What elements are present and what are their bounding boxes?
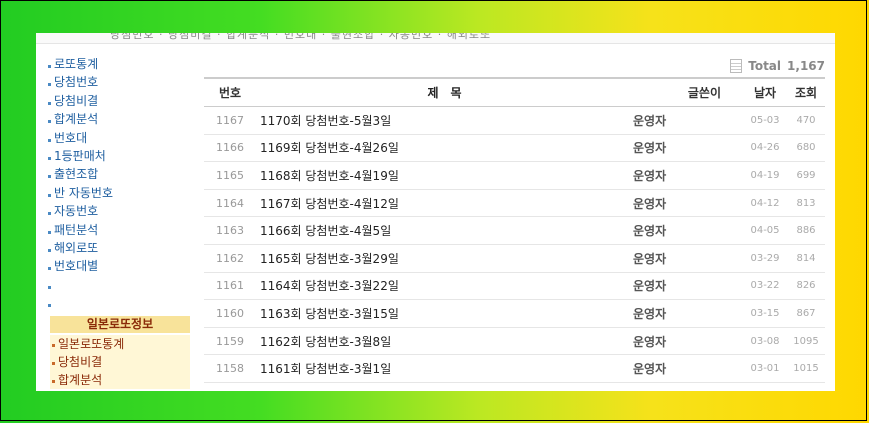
post-author: 운영자	[633, 216, 743, 245]
table-row[interactable]: 1163 1166회 당첨번호-4월5일 운영자 04-05 886	[204, 216, 825, 245]
post-author: 운영자	[633, 272, 743, 301]
col-header-author: 글쓴이	[633, 77, 743, 107]
post-number: 1159	[204, 327, 256, 356]
content-panel: 당첨번호 · 당첨비결 · 합계분석 · 번호대 · 출현조합 · 자동번호 ·…	[36, 33, 835, 391]
total-count: Total 1,167	[204, 55, 825, 77]
document-icon	[730, 58, 743, 73]
sidebar-item[interactable]: 로또통계	[46, 55, 194, 73]
total-number: 1,167	[787, 59, 825, 73]
post-date: 04-12	[743, 189, 787, 218]
post-date: 03-08	[743, 327, 787, 356]
table-row[interactable]: 1162 1165회 당첨번호-3월29일 운영자 03-29 814	[204, 244, 825, 273]
sidebar-item[interactable]: 번호대	[46, 129, 194, 147]
post-number: 1163	[204, 216, 256, 245]
col-header-date: 날자	[743, 77, 787, 107]
post-date: 04-05	[743, 216, 787, 245]
post-author: 운영자	[633, 354, 743, 383]
post-date: 04-19	[743, 161, 787, 190]
sidebar-item[interactable]: 출현조합	[46, 165, 194, 183]
post-views: 470	[787, 106, 825, 135]
table-row[interactable]: 1159 1162회 당첨번호-3월8일 운영자 03-08 1095	[204, 327, 825, 356]
col-header-no: 번호	[204, 77, 256, 107]
post-author: 운영자	[633, 161, 743, 190]
japan-lotto-menu: 일본로또통계 당첨비결 합계분석	[46, 335, 194, 390]
japan-lotto-heading: 일본로또정보	[50, 316, 190, 334]
post-date: 03-15	[743, 299, 787, 328]
table-row[interactable]: 1160 1163회 당첨번호-3월15일 운영자 03-15 867	[204, 299, 825, 328]
sidebar-item[interactable]: 당첨비결	[46, 92, 194, 110]
sidebar-item[interactable]: 자동번호	[46, 202, 194, 220]
col-header-views: 조회	[787, 77, 825, 107]
top-menu-strip: 당첨번호 · 당첨비결 · 합계분석 · 번호대 · 출현조합 · 자동번호 ·…	[36, 33, 835, 44]
post-number: 1160	[204, 299, 256, 328]
col-header-title: 제 목	[256, 77, 633, 107]
post-number: 1158	[204, 354, 256, 383]
japan-menu-item[interactable]: 일본로또통계	[50, 335, 190, 354]
post-number: 1164	[204, 189, 256, 218]
post-number: 1166	[204, 134, 256, 163]
post-views: 1015	[787, 354, 825, 383]
post-number: 1165	[204, 161, 256, 190]
table-row[interactable]: 1166 1169회 당첨번호-4월26일 운영자 04-26 680	[204, 134, 825, 163]
sidebar-item[interactable]	[46, 294, 194, 312]
post-views: 1095	[787, 327, 825, 356]
post-author: 운영자	[633, 106, 743, 135]
post-author: 운영자	[633, 244, 743, 273]
post-title-link[interactable]: 1169회 당첨번호-4월26일	[256, 134, 633, 163]
sidebar-item[interactable]: 반 자동번호	[46, 184, 194, 202]
post-title-link[interactable]: 1168회 당첨번호-4월19일	[256, 161, 633, 190]
post-number: 1162	[204, 244, 256, 273]
sidebar-item[interactable]: 당첨번호	[46, 73, 194, 91]
table-row[interactable]: 1164 1167회 당첨번호-4월12일 운영자 04-12 813	[204, 189, 825, 218]
board: Total 1,167 번호 제 목 글쓴이 날자 조회 1167 1170회 당첨…	[204, 55, 825, 383]
japan-menu-item[interactable]: 당첨비결	[50, 353, 190, 372]
post-date: 05-03	[743, 106, 787, 135]
post-title-link[interactable]: 1162회 당첨번호-3월8일	[256, 327, 633, 356]
post-author: 운영자	[633, 327, 743, 356]
table-row[interactable]: 1158 1161회 당첨번호-3월1일 운영자 03-01 1015	[204, 354, 825, 383]
post-date: 03-22	[743, 272, 787, 301]
post-title-link[interactable]: 1170회 당첨번호-5월3일	[256, 106, 633, 135]
post-number: 1167	[204, 106, 256, 135]
post-title-link[interactable]: 1161회 당첨번호-3월1일	[256, 354, 633, 383]
post-views: 813	[787, 189, 825, 218]
top-menu-text[interactable]: 당첨번호 · 당첨비결 · 합계분석 · 번호대 · 출현조합 · 자동번호 ·…	[110, 33, 491, 42]
post-date: 04-26	[743, 134, 787, 163]
post-views: 680	[787, 134, 825, 163]
sidebar-item[interactable]: 합계분석	[46, 110, 194, 128]
post-number: 1161	[204, 272, 256, 301]
post-author: 운영자	[633, 299, 743, 328]
post-title-link[interactable]: 1167회 당첨번호-4월12일	[256, 189, 633, 218]
post-views: 814	[787, 244, 825, 273]
post-date: 03-01	[743, 354, 787, 383]
post-views: 886	[787, 216, 825, 245]
sidebar-item[interactable]: 번호대별	[46, 257, 194, 275]
table-row[interactable]: 1161 1164회 당첨번호-3월22일 운영자 03-22 826	[204, 272, 825, 301]
table-header-row: 번호 제 목 글쓴이 날자 조회	[204, 77, 825, 107]
sidebar: 로또통계 당첨번호 당첨비결 합계분석 번호대 1등판매처 출현조합 반 자동번호 자동번호 패턴…	[46, 55, 194, 391]
sidebar-item[interactable]: 패턴분석	[46, 221, 194, 239]
total-label: Total	[748, 59, 782, 73]
post-views: 699	[787, 161, 825, 190]
post-title-link[interactable]: 1163회 당첨번호-3월15일	[256, 299, 633, 328]
post-views: 867	[787, 299, 825, 328]
table-row[interactable]: 1167 1170회 당첨번호-5월3일 운영자 05-03 470	[204, 106, 825, 135]
table-row[interactable]: 1165 1168회 당첨번호-4월19일 운영자 04-19 699	[204, 161, 825, 190]
sidebar-item[interactable]: 해외로또	[46, 239, 194, 257]
post-table: 번호 제 목 글쓴이 날자 조회 1167 1170회 당첨번호-5월3일 운영자 0…	[204, 77, 825, 383]
sidebar-menu: 로또통계 당첨번호 당첨비결 합계분석 번호대 1등판매처 출현조합 반 자동번호 자동번호 패턴…	[46, 55, 194, 312]
post-title-link[interactable]: 1164회 당첨번호-3월22일	[256, 272, 633, 301]
post-title-link[interactable]: 1165회 당첨번호-3월29일	[256, 244, 633, 273]
post-title-link[interactable]: 1166회 당첨번호-4월5일	[256, 216, 633, 245]
post-author: 운영자	[633, 189, 743, 218]
sidebar-item[interactable]: 1등판매처	[46, 147, 194, 165]
japan-menu-item[interactable]: 합계분석	[50, 371, 190, 390]
post-date: 03-29	[743, 244, 787, 273]
post-views: 826	[787, 272, 825, 301]
post-author: 운영자	[633, 134, 743, 163]
sidebar-item[interactable]	[46, 276, 194, 294]
